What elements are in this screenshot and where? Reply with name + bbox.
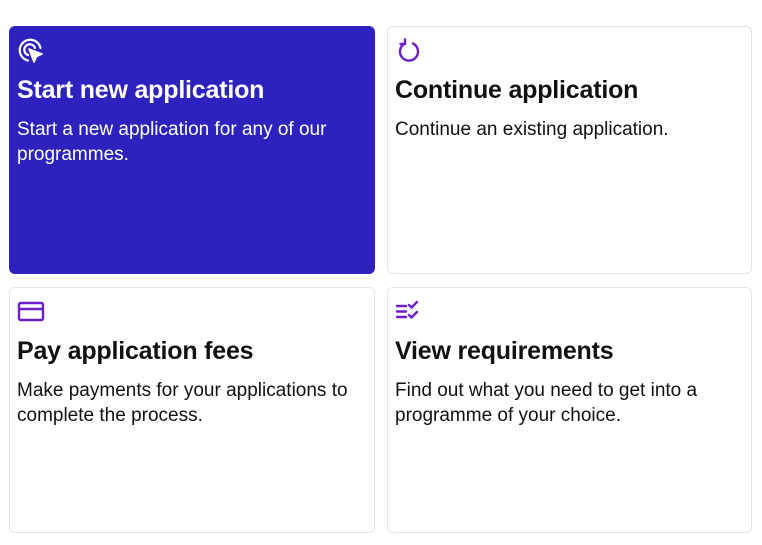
start-new-application-card[interactable]: Start new application Start a new applic… xyxy=(9,26,375,274)
view-requirements-card[interactable]: View requirements Find out what you need… xyxy=(387,287,752,533)
card-title: View requirements xyxy=(395,337,614,365)
refresh-icon xyxy=(395,37,423,65)
card-title: Continue application xyxy=(395,76,639,104)
card-title: Pay application fees xyxy=(17,337,254,365)
continue-application-card[interactable]: Continue application Continue an existin… xyxy=(387,26,752,274)
card-description: Continue an existing application. xyxy=(395,119,669,140)
pay-application-fees-card[interactable]: Pay application fees Make payments for y… xyxy=(9,287,375,533)
card-title: Start new application xyxy=(17,76,265,104)
card-description: Find out what you need to get into a pro… xyxy=(395,380,698,426)
card-description: Make payments for your applications to c… xyxy=(17,380,348,426)
checklist-icon xyxy=(395,298,423,326)
options-grid: Start new application Start a new applic… xyxy=(9,26,752,533)
cursor-click-icon xyxy=(17,37,45,65)
credit-card-icon xyxy=(17,298,45,326)
card-description: Start a new application for any of our p… xyxy=(17,119,327,165)
